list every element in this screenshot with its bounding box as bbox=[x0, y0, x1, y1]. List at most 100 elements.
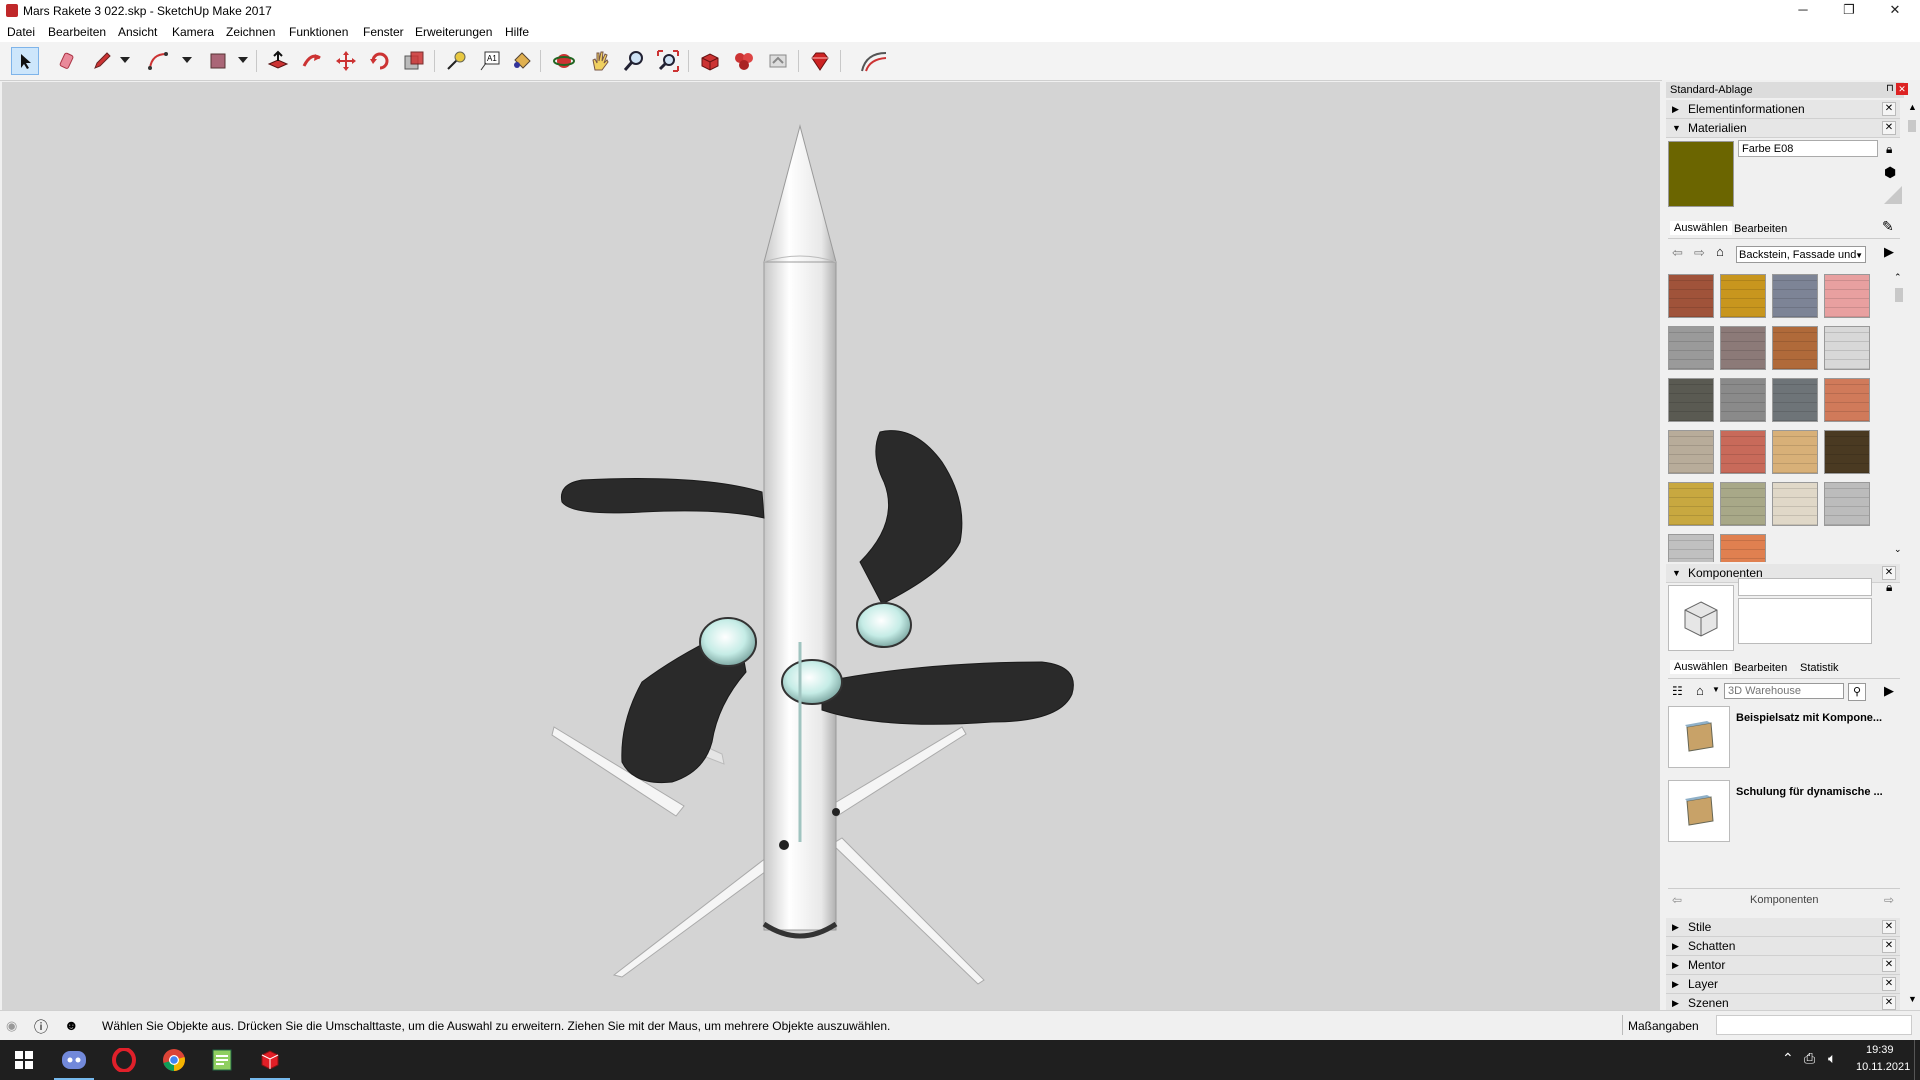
material-name-input[interactable] bbox=[1738, 140, 1878, 157]
tape-measure-tool-button[interactable] bbox=[442, 47, 470, 75]
chevron-down-icon[interactable] bbox=[120, 57, 130, 63]
arc-tool-button[interactable] bbox=[144, 47, 172, 75]
material-swatch[interactable] bbox=[1720, 534, 1766, 562]
component-list-item[interactable]: Schulung für dynamische ... bbox=[1668, 780, 1900, 844]
volume-icon[interactable]: 🔈︎ bbox=[1828, 1050, 1836, 1067]
paint-bucket-tool-button[interactable] bbox=[508, 47, 536, 75]
menu-erweiterungen[interactable]: Erweiterungen bbox=[415, 25, 492, 39]
scale-tool-button[interactable] bbox=[400, 47, 428, 75]
panel-header-element-info[interactable]: ▶ Elementinformationen ✕ bbox=[1666, 100, 1900, 119]
back-arrow-icon[interactable]: ⇦ bbox=[1672, 893, 1682, 907]
material-swatch[interactable] bbox=[1720, 378, 1766, 422]
network-icon[interactable]: ⎙ bbox=[1804, 1050, 1815, 1067]
zoom-extents-tool-button[interactable] bbox=[654, 47, 682, 75]
panel-header-mentor[interactable]: ▶ Mentor ✕ bbox=[1666, 956, 1900, 975]
sample-paint-icon[interactable] bbox=[1884, 186, 1902, 204]
material-swatch[interactable] bbox=[1772, 274, 1818, 318]
material-swatch[interactable] bbox=[1668, 534, 1714, 562]
panel-close-icon[interactable]: ✕ bbox=[1882, 958, 1896, 972]
panel-close-icon[interactable]: ✕ bbox=[1882, 996, 1896, 1010]
user-icon[interactable]: ☻ bbox=[64, 1017, 79, 1033]
tab-components-select[interactable]: Auswählen bbox=[1670, 660, 1732, 674]
tray-scrollbar[interactable]: ▲ ▼ bbox=[1906, 100, 1918, 1006]
lock-icon[interactable]: 🔒︎ bbox=[1886, 580, 1892, 595]
swatch-scrollbar[interactable]: ⌃ ⌄ bbox=[1894, 272, 1904, 562]
back-arrow-icon[interactable]: ⇦ bbox=[1672, 245, 1683, 261]
text-tool-button[interactable]: A1 bbox=[476, 47, 504, 75]
taskbar-sketchup[interactable] bbox=[246, 1040, 294, 1080]
material-swatch[interactable] bbox=[1668, 430, 1714, 474]
move-tool-button[interactable] bbox=[332, 47, 360, 75]
lock-icon[interactable]: 🔒︎ bbox=[1886, 142, 1892, 157]
material-swatch[interactable] bbox=[1720, 326, 1766, 370]
menu-bearbeiten[interactable]: Bearbeiten bbox=[48, 25, 106, 39]
material-swatch[interactable] bbox=[1772, 378, 1818, 422]
scroll-up-icon[interactable]: ⌃ bbox=[1894, 272, 1902, 283]
material-preview-swatch[interactable] bbox=[1668, 141, 1734, 207]
details-arrow-icon[interactable]: ▶ bbox=[1884, 683, 1894, 699]
panel-close-icon[interactable]: ✕ bbox=[1882, 977, 1896, 991]
material-swatch[interactable] bbox=[1772, 430, 1818, 474]
scroll-thumb[interactable] bbox=[1895, 288, 1903, 302]
material-swatch[interactable] bbox=[1668, 274, 1714, 318]
material-swatch[interactable] bbox=[1824, 430, 1870, 474]
share-model-button[interactable] bbox=[764, 47, 792, 75]
chevron-down-icon[interactable]: ▼ bbox=[1712, 685, 1720, 694]
start-button[interactable] bbox=[0, 1040, 48, 1080]
chevron-down-icon[interactable] bbox=[182, 57, 192, 63]
panel-close-icon[interactable]: ✕ bbox=[1882, 102, 1896, 116]
rectangle-tool-button[interactable] bbox=[204, 47, 232, 75]
tab-components-edit[interactable]: Bearbeiten bbox=[1734, 662, 1787, 674]
panel-header-styles[interactable]: ▶ Stile ✕ bbox=[1666, 918, 1900, 937]
menu-datei[interactable]: Datei bbox=[7, 25, 35, 39]
scroll-up-icon[interactable]: ▲ bbox=[1908, 102, 1917, 112]
minimize-button[interactable]: ─ bbox=[1780, 0, 1826, 22]
material-swatch[interactable] bbox=[1668, 326, 1714, 370]
clock-date[interactable]: 10.11.2021 bbox=[1856, 1061, 1910, 1073]
rocket-model-drawing[interactable] bbox=[2, 82, 1660, 1010]
sandbox-tool-button[interactable] bbox=[858, 47, 892, 75]
3d-viewport[interactable] bbox=[2, 82, 1660, 1010]
extension-warehouse-button[interactable] bbox=[730, 47, 758, 75]
menu-kamera[interactable]: Kamera bbox=[172, 25, 214, 39]
menu-fenster[interactable]: Fenster bbox=[363, 25, 404, 39]
details-arrow-icon[interactable]: ▶ bbox=[1884, 244, 1894, 260]
material-swatch[interactable] bbox=[1824, 482, 1870, 526]
scroll-thumb[interactable] bbox=[1908, 120, 1916, 132]
material-library-dropdown[interactable]: Backstein, Fassade und ▼ bbox=[1736, 246, 1866, 263]
tab-components-stats[interactable]: Statistik bbox=[1800, 662, 1839, 674]
material-swatch[interactable] bbox=[1772, 326, 1818, 370]
menu-zeichnen[interactable]: Zeichnen bbox=[226, 25, 275, 39]
material-swatch[interactable] bbox=[1824, 378, 1870, 422]
chevron-up-icon[interactable]: ⌃ bbox=[1782, 1050, 1794, 1067]
tab-materials-select[interactable]: Auswählen bbox=[1670, 221, 1732, 235]
close-button[interactable]: ✕ bbox=[1872, 0, 1918, 22]
home-icon[interactable]: ⌂ bbox=[1696, 683, 1704, 698]
forward-arrow-icon[interactable]: ⇨ bbox=[1884, 893, 1894, 907]
material-swatch[interactable] bbox=[1720, 430, 1766, 474]
pin-icon[interactable]: ⊓ bbox=[1886, 83, 1894, 94]
component-list-item[interactable]: Beispielsatz mit Kompone... bbox=[1668, 706, 1900, 770]
panel-close-icon[interactable]: ✕ bbox=[1882, 121, 1896, 135]
forward-arrow-icon[interactable]: ⇨ bbox=[1694, 245, 1705, 261]
restore-button[interactable]: ❐ bbox=[1826, 0, 1872, 22]
taskbar-discord[interactable] bbox=[50, 1040, 98, 1080]
geo-location-icon[interactable]: ◉ bbox=[6, 1018, 17, 1034]
taskbar-chrome[interactable] bbox=[150, 1040, 198, 1080]
material-swatch[interactable] bbox=[1824, 326, 1870, 370]
chevron-down-icon[interactable] bbox=[238, 57, 248, 63]
home-icon[interactable]: ⌂ bbox=[1716, 244, 1724, 259]
zoom-tool-button[interactable] bbox=[620, 47, 648, 75]
measurements-input[interactable] bbox=[1716, 1015, 1912, 1035]
menu-hilfe[interactable]: Hilfe bbox=[505, 25, 529, 39]
panel-header-layers[interactable]: ▶ Layer ✕ bbox=[1666, 975, 1900, 994]
eyedropper-icon[interactable]: ✎ bbox=[1882, 218, 1894, 235]
pencil-tool-button[interactable] bbox=[88, 47, 116, 75]
material-swatch[interactable] bbox=[1668, 378, 1714, 422]
scroll-down-icon[interactable]: ⌄ bbox=[1894, 544, 1902, 555]
menu-ansicht[interactable]: Ansicht bbox=[118, 25, 157, 39]
orbit-tool-button[interactable] bbox=[550, 47, 578, 75]
select-tool-button[interactable] bbox=[11, 47, 39, 75]
component-description-field[interactable] bbox=[1738, 598, 1872, 644]
pushpull-tool-button[interactable] bbox=[264, 47, 292, 75]
